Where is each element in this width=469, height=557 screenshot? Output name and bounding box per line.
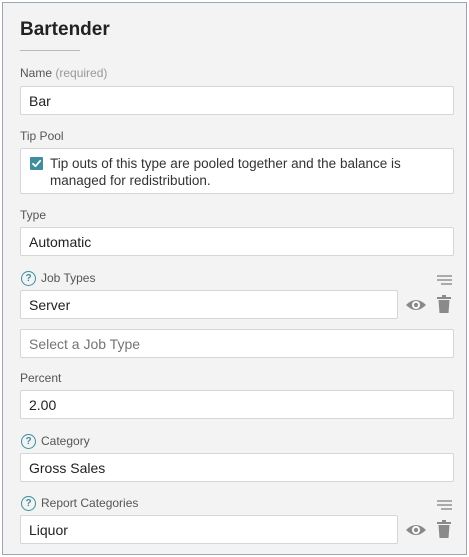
percent-label: Percent [20, 371, 62, 385]
reorder-lines-icon[interactable] [434, 498, 454, 512]
type-label: Type [20, 208, 47, 222]
name-label: Name (required) [20, 66, 107, 80]
page-title: Bartender [20, 19, 110, 40]
reorder-lines-icon[interactable] [434, 273, 454, 287]
type-select[interactable]: Automatic [20, 227, 454, 256]
name-required-hint: (required) [55, 66, 108, 80]
category-select[interactable]: Gross Sales [20, 453, 454, 482]
report-categories-label: Report Categories [41, 496, 139, 510]
trash-icon[interactable] [435, 293, 453, 315]
checkmark-icon [32, 159, 42, 168]
tip-pool-label: Tip Pool [20, 129, 64, 143]
eye-icon[interactable] [404, 295, 428, 315]
report-category-item[interactable]: Liquor [20, 515, 398, 544]
job-type-select-input[interactable]: Select a Job Type [20, 329, 454, 358]
name-input[interactable]: Bar [20, 86, 454, 115]
title-underline [20, 50, 80, 51]
report-categories-help-icon[interactable]: ? [21, 496, 36, 511]
trash-icon[interactable] [435, 518, 453, 540]
category-help-icon[interactable]: ? [21, 434, 36, 449]
job-type-item[interactable]: Server [20, 290, 398, 319]
percent-input[interactable]: 2.00 [20, 390, 454, 419]
tip-out-form: Bartender Name (required) Bar Tip Pool T… [2, 2, 467, 555]
tip-pool-checkbox[interactable] [30, 157, 43, 170]
job-types-help-icon[interactable]: ? [21, 271, 36, 286]
job-types-label: Job Types [41, 271, 96, 285]
name-label-text: Name [20, 66, 53, 80]
category-label: Category [41, 434, 90, 448]
tip-pool-description: Tip outs of this type are pooled togethe… [50, 156, 401, 188]
tip-pool-box: Tip outs of this type are pooled togethe… [20, 148, 454, 194]
eye-icon[interactable] [404, 520, 428, 540]
